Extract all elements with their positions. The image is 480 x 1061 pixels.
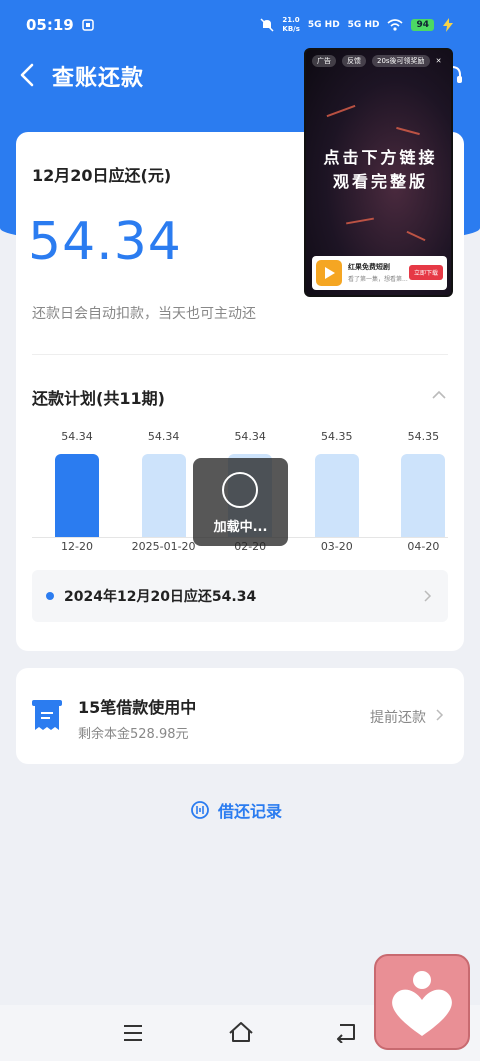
battery-level: 94 <box>411 19 434 31</box>
bar-value-label: 54.34 <box>234 430 266 443</box>
chart-bar-column[interactable]: 54.35 03-20 <box>302 422 372 562</box>
ad-app-desc: 看了第一集，想看第... <box>348 276 408 283</box>
back-arrow-icon[interactable] <box>16 62 42 88</box>
loans-card[interactable]: 15笔借款使用中 剩余本金528.98元 提前还款 <box>16 668 464 764</box>
divider <box>32 354 448 355</box>
bar-value-label: 54.35 <box>407 430 440 443</box>
screenshot-icon <box>82 19 94 31</box>
bar-value-label: 54.35 <box>321 430 353 443</box>
chevron-right-icon <box>424 590 432 602</box>
status-time: 05:19 <box>26 16 74 34</box>
chart-bar <box>55 454 99 538</box>
ad-app-banner[interactable]: 红果免费短剧 看了第一集，想看第... 立即下载 <box>312 256 447 290</box>
prepay-button[interactable]: 提前还款 <box>370 707 426 727</box>
wifi-icon <box>387 19 403 31</box>
due-date-label: 12月20日应还(元) <box>32 166 172 185</box>
mute-bell-icon <box>260 18 274 32</box>
bar-date-label: 03-20 <box>320 540 353 553</box>
chart-bar <box>141 454 186 538</box>
play-icon <box>316 260 342 286</box>
spinner-icon <box>222 472 258 508</box>
net-speed: 21.0 <box>282 16 300 24</box>
chart-bar <box>401 454 446 538</box>
chart-bar-column[interactable]: 54.34 2025-01-20 <box>129 422 199 562</box>
bar-date-label: 04-20 <box>407 540 440 553</box>
menu-icon[interactable] <box>122 1023 144 1043</box>
floating-ad[interactable]: 广告 反馈 20s後可领奖励 ✕ 点击下方链接 观看完整版 红果免费短剧 看了第… <box>304 48 453 297</box>
chevron-up-icon[interactable] <box>430 386 448 404</box>
page-title: 查账还款 <box>52 66 145 91</box>
ad-feedback[interactable]: 反馈 <box>342 55 366 67</box>
loading-toast: 加载中... <box>193 458 288 546</box>
chart-bar-column[interactable]: 54.35 04-20 <box>388 422 458 562</box>
back-nav-icon[interactable] <box>334 1021 358 1043</box>
ad-headline: 点击下方链接 观看完整版 <box>306 146 451 194</box>
history-icon <box>191 801 209 819</box>
ad-tag: 广告 <box>312 55 336 67</box>
ad-headline-line1: 点击下方链接 <box>323 148 438 167</box>
ad-app-name: 红果免费短剧 <box>348 263 390 271</box>
loan-history-label: 借还记录 <box>218 802 283 821</box>
auto-debit-note: 还款日会自动扣款，当天也可主动还 <box>32 306 256 322</box>
bar-value-label: 54.34 <box>61 430 93 443</box>
chevron-right-icon <box>436 709 444 721</box>
heart-person-icon <box>392 971 452 1036</box>
receipt-icon <box>32 700 62 730</box>
bar-value-label: 54.34 <box>147 430 180 443</box>
next-payment-text: 2024年12月20日应还54.34 <box>64 589 257 605</box>
ad-headline-line2: 观看完整版 <box>332 172 428 191</box>
floating-app-button[interactable] <box>374 954 470 1050</box>
bar-date-label: 12-20 <box>61 540 93 553</box>
chart-bar-column[interactable]: 54.34 12-20 <box>42 422 112 562</box>
charging-icon <box>443 18 453 32</box>
net-unit: KB/s <box>282 25 300 33</box>
next-payment-row[interactable]: 2024年12月20日应还54.34 <box>32 570 448 622</box>
due-amount: 54.34 <box>28 212 182 272</box>
sim2-signal: 5G HD <box>347 20 380 30</box>
ad-close-icon[interactable]: ✕ <box>436 57 442 65</box>
loans-in-use-title: 15笔借款使用中 <box>78 698 197 717</box>
loan-history-link[interactable]: 借还记录 <box>190 798 282 822</box>
ad-download-button[interactable]: 立即下载 <box>408 265 443 280</box>
repayment-plan-title: 还款计划(共11期) <box>32 389 165 408</box>
remaining-principal: 剩余本金528.98元 <box>78 727 189 742</box>
chart-bar <box>314 454 359 538</box>
home-icon[interactable] <box>228 1021 254 1043</box>
status-dot <box>46 592 54 600</box>
ad-reward-timer: 20s後可领奖励 <box>372 55 430 67</box>
ad-top-bar: 广告 反馈 20s後可领奖励 ✕ <box>306 50 451 72</box>
loading-text: 加载中... <box>213 520 268 535</box>
status-bar: 05:19 21.0 KB/s 5G HD 5G HD 94 <box>0 0 480 50</box>
sim1-signal: 5G HD <box>307 20 340 30</box>
